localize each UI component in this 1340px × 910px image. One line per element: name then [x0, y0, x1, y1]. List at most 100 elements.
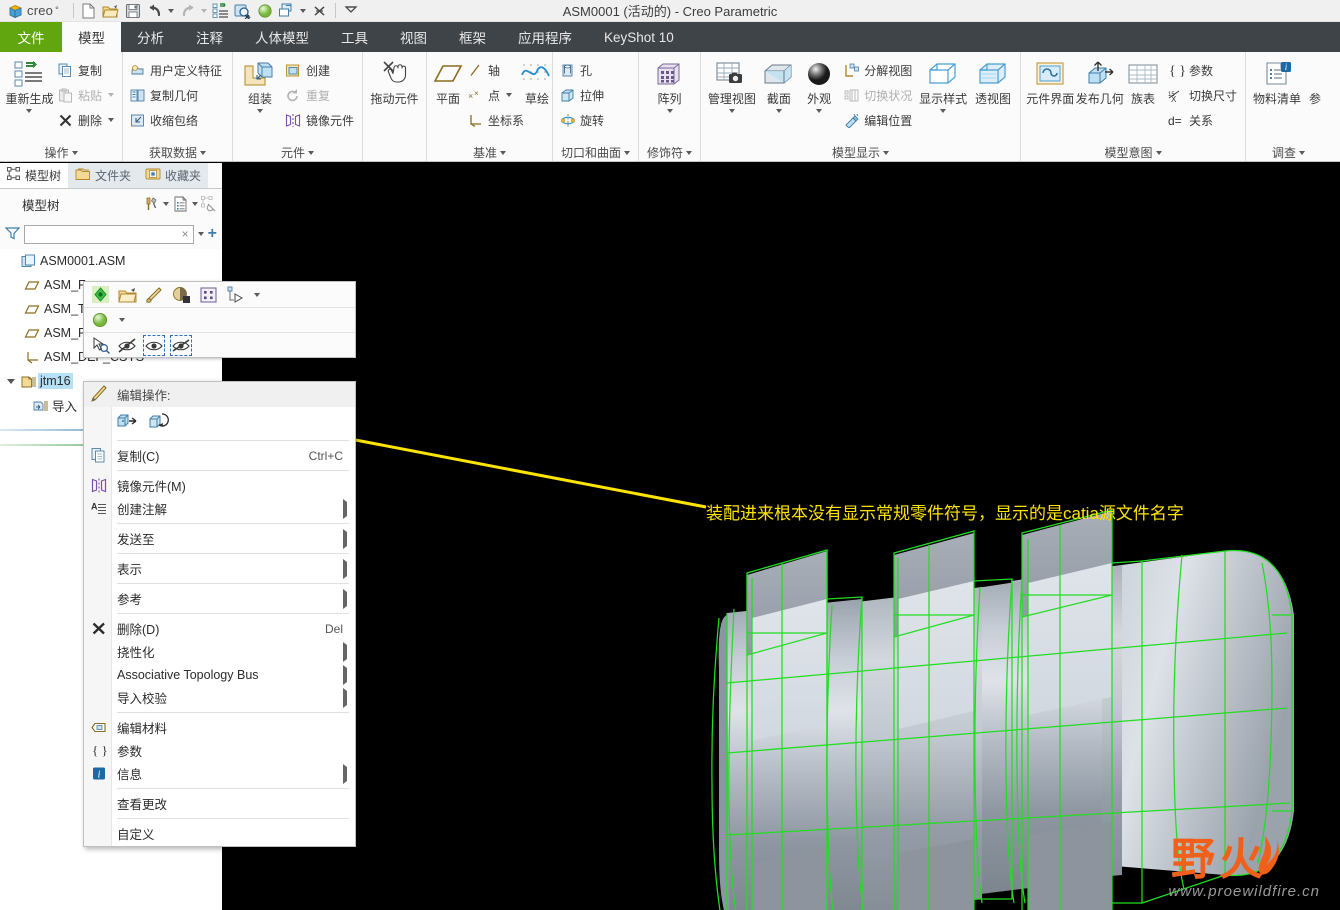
redefine-icon[interactable]	[148, 411, 170, 433]
nav-tab-folders[interactable]: 文件夹	[68, 163, 139, 188]
coordinate-system-button[interactable]: 坐标系	[465, 108, 524, 132]
drag-component-button[interactable]: 拖动元件	[367, 57, 422, 106]
delete-caret-icon[interactable]	[108, 118, 114, 122]
parameters-button[interactable]: { } 参数	[1166, 58, 1241, 82]
edit-definition-icon[interactable]	[117, 412, 139, 433]
sketch-button[interactable]: 草绘	[519, 57, 555, 106]
context-menu-item-edit-material[interactable]: 编辑材料	[84, 716, 355, 739]
context-menu-item-flexible[interactable]: 挠性化	[84, 640, 355, 663]
window-switch-icon[interactable]	[276, 1, 298, 21]
switch-dimensions-button[interactable]: 15 X 切换尺寸	[1166, 83, 1241, 107]
show-boxed-icon[interactable]	[143, 334, 165, 356]
tab-analysis[interactable]: 分析	[121, 22, 180, 52]
tree-settings-caret-icon[interactable]	[160, 194, 171, 214]
hole-button[interactable]: 孔	[557, 58, 608, 82]
tab-applications[interactable]: 应用程序	[502, 22, 588, 52]
regenerate-icon[interactable]	[210, 1, 232, 21]
edit-definition-icon[interactable]	[143, 284, 165, 305]
appearance-caret-icon[interactable]	[116, 310, 127, 330]
regenerate-button[interactable]: 重新生成	[4, 57, 55, 115]
funnel-filter-icon[interactable]	[4, 226, 21, 243]
open-file-icon[interactable]	[100, 1, 122, 21]
context-menu-item-atb[interactable]: Associative Topology Bus	[84, 663, 355, 686]
edit-position-button[interactable]: 编辑位置	[841, 108, 916, 132]
perspective-view-button[interactable]: 透视图	[970, 57, 1016, 106]
nav-tab-model-tree[interactable]: 模型树	[0, 163, 69, 188]
tree-display-caret-icon[interactable]	[189, 194, 200, 214]
tree-display-icon[interactable]	[171, 194, 189, 214]
context-menu-item-references[interactable]: 参考	[84, 587, 355, 610]
context-menu-item-delete[interactable]: 删除(D) Del	[84, 617, 355, 640]
undo-icon[interactable]	[144, 1, 166, 21]
filter-dropdown-caret-icon[interactable]	[197, 232, 204, 236]
appearance-button[interactable]: 外观	[799, 57, 839, 115]
assemble-dropdown-caret-icon[interactable]	[256, 106, 263, 115]
tab-file[interactable]: 文件	[0, 22, 62, 52]
search-input[interactable]	[29, 228, 180, 240]
context-menu-item-representation[interactable]: 表示	[84, 557, 355, 580]
shrinkwrap-button[interactable]: 收缩包络	[127, 108, 226, 132]
section-button[interactable]: 截面	[759, 57, 799, 115]
hide-icon[interactable]	[116, 335, 138, 356]
context-menu-item-send-to[interactable]: 发送至	[84, 527, 355, 550]
undo-dropdown-caret-icon[interactable]	[166, 1, 177, 21]
new-file-icon[interactable]	[78, 1, 100, 21]
3d-model-view[interactable]	[222, 163, 1340, 910]
tab-model[interactable]: 模型	[62, 22, 121, 52]
manage-views-button[interactable]: 管理视图	[705, 57, 759, 115]
create-component-button[interactable]: 创建	[283, 58, 358, 82]
tree-settings-icon[interactable]	[142, 194, 160, 214]
customize-qat-icon[interactable]	[340, 1, 362, 21]
tab-tools[interactable]: 工具	[325, 22, 384, 52]
save-icon[interactable]	[122, 1, 144, 21]
family-table-button[interactable]: 族表	[1124, 57, 1162, 106]
delete-button[interactable]: 删除	[55, 108, 118, 132]
display-style-button[interactable]: 显示样式	[916, 57, 970, 115]
pick-from-list-icon[interactable]	[89, 335, 111, 356]
appearance-sphere-icon[interactable]	[254, 1, 276, 21]
appearance-caret-icon[interactable]	[816, 106, 823, 115]
mirror-component-button[interactable]: 镜像元件	[283, 108, 358, 132]
window-dropdown-caret-icon[interactable]	[298, 1, 309, 21]
search-model-icon[interactable]	[232, 1, 254, 21]
tab-framework[interactable]: 框架	[443, 22, 502, 52]
set-datum-icon[interactable]	[89, 284, 111, 305]
datum-point-button[interactable]: × × 点	[465, 83, 519, 107]
section-caret-icon[interactable]	[775, 106, 782, 115]
context-menu-item-view-changes[interactable]: 查看更改	[84, 792, 355, 815]
reference-viewer-button[interactable]: 参	[1304, 57, 1326, 106]
regenerate-dropdown-caret-icon[interactable]	[26, 106, 33, 115]
context-menu-item-create-note[interactable]: A 创建注解	[84, 497, 355, 520]
assemble-button[interactable]: 组装	[237, 57, 283, 115]
tab-human-model[interactable]: 人体模型	[239, 22, 325, 52]
copy-geometry-button[interactable]: 复制几何	[127, 83, 226, 107]
bill-of-materials-button[interactable]: i 物料清单	[1250, 57, 1304, 106]
pattern-grid-icon[interactable]	[197, 284, 219, 305]
datum-axis-button[interactable]: 轴	[465, 58, 519, 82]
tree-row-asm0001[interactable]: ASM0001.ASM	[0, 249, 222, 273]
clear-filter-icon[interactable]: ×	[180, 227, 191, 241]
hide-boxed-icon[interactable]	[170, 334, 192, 356]
tab-keyshot[interactable]: KeyShot 10	[588, 22, 690, 52]
datum-plane-button[interactable]: 平面	[431, 57, 465, 106]
representation-icon[interactable]	[224, 284, 246, 305]
udf-button[interactable]: 用户定义特征	[127, 58, 226, 82]
context-menu-item-parameters[interactable]: { } 参数	[84, 739, 355, 762]
mini-overflow-caret-icon[interactable]	[251, 285, 262, 305]
manage-views-caret-icon[interactable]	[728, 106, 735, 115]
appearance-sphere-icon[interactable]	[89, 310, 111, 331]
mini-toolbar[interactable]	[83, 281, 356, 358]
context-menu-item-mirror-component[interactable]: 镜像元件(M)	[84, 474, 355, 497]
pattern-dropdown-caret-icon[interactable]	[666, 106, 673, 115]
publish-geometry-button[interactable]: 发布几何	[1075, 57, 1124, 106]
pattern-button[interactable]: 阵列	[643, 57, 696, 115]
extrude-button[interactable]: 拉伸	[557, 83, 608, 107]
nav-tab-favorites[interactable]: 收藏夹	[138, 163, 209, 188]
context-menu-item-copy[interactable]: 复制(C) Ctrl+C	[84, 444, 355, 467]
add-filter-icon[interactable]: +	[208, 226, 217, 242]
display-style-caret-icon[interactable]	[940, 106, 947, 115]
exploded-view-button[interactable]: 分解视图	[841, 58, 916, 82]
context-menu-item-information[interactable]: i 信息	[84, 762, 355, 785]
component-interface-button[interactable]: 元件界面	[1025, 57, 1075, 106]
context-menu-item-import-validation[interactable]: 导入校验	[84, 686, 355, 709]
